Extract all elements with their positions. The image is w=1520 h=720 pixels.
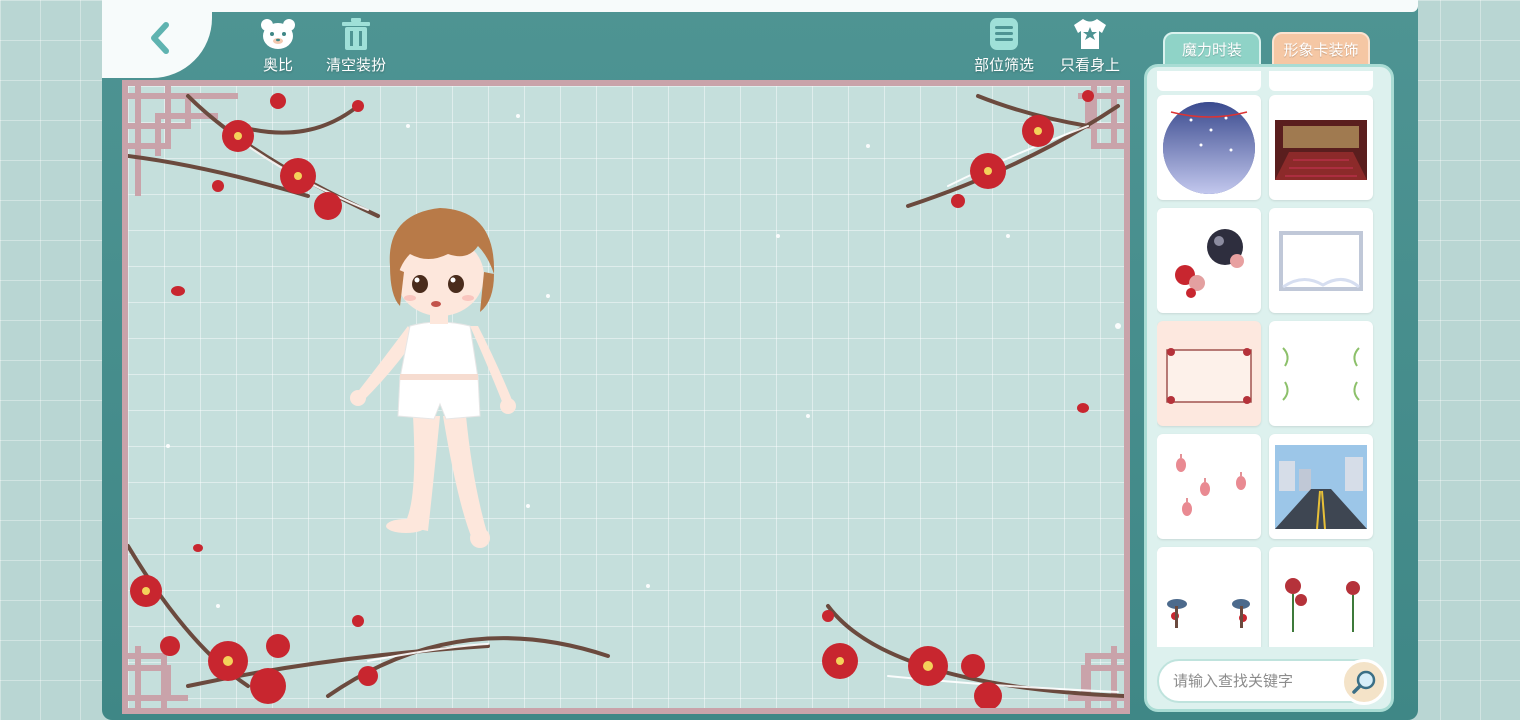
moon-flower-ornament-icon xyxy=(1175,228,1244,298)
shirt-star-icon xyxy=(1070,16,1110,52)
obi-label: 奥比 xyxy=(262,56,293,74)
tab-card-decoration[interactable]: 形象卡装饰 xyxy=(1272,32,1370,66)
item-card[interactable] xyxy=(1269,321,1373,426)
tab-magic-fashion-label: 魔力时装 xyxy=(1181,40,1242,59)
mushroom-ornaments-icon xyxy=(1167,598,1250,628)
search-box xyxy=(1157,659,1387,705)
lattice-corner-bottom-left xyxy=(128,646,188,708)
part-filter-label: 部位筛选 xyxy=(974,56,1035,74)
stage-hall-background-icon xyxy=(1275,119,1367,180)
bear-face-icon xyxy=(258,16,298,52)
obi-button[interactable]: 奥比 xyxy=(258,16,298,75)
top-strip xyxy=(102,0,1418,12)
item-card[interactable] xyxy=(1157,208,1261,313)
item-panel xyxy=(1144,64,1394,712)
search-icon xyxy=(1352,670,1376,694)
plum-blossom-frame-icon xyxy=(1166,347,1252,404)
tab-magic-fashion[interactable]: 魔力时装 xyxy=(1163,32,1261,66)
part-filter-button[interactable]: 部位筛选 xyxy=(974,16,1034,75)
search-input[interactable] xyxy=(1159,672,1339,690)
item-card[interactable] xyxy=(1269,95,1373,200)
red-lantern-ornaments-icon xyxy=(1176,453,1246,516)
green-vine-frame-icon xyxy=(1281,345,1361,402)
back-button[interactable] xyxy=(140,18,180,58)
character-avatar xyxy=(350,208,516,548)
partial-row-top xyxy=(1157,71,1381,91)
clear-outfit-button[interactable]: 清空装扮 xyxy=(326,16,386,75)
lattice-corner-top-left xyxy=(128,86,238,196)
rose-ornaments-icon xyxy=(1285,577,1360,632)
wearing-only-button[interactable]: 只看身上 xyxy=(1060,16,1120,75)
clear-outfit-label: 清空装扮 xyxy=(326,56,387,74)
item-card[interactable] xyxy=(1157,434,1261,539)
plum-blossoms xyxy=(130,90,1094,708)
wearing-only-label: 只看身上 xyxy=(1060,56,1121,74)
stage-decoration xyxy=(128,86,1124,708)
snowy-night-circle-background-icon xyxy=(1163,101,1255,194)
trash-icon xyxy=(336,16,376,52)
frosted-frame-icon xyxy=(1279,230,1363,291)
filter-list-icon xyxy=(984,16,1024,52)
chevron-left-icon xyxy=(151,22,169,54)
item-card[interactable] xyxy=(1157,547,1261,647)
item-card[interactable] xyxy=(1157,321,1261,426)
tab-card-decoration-label: 形象卡装饰 xyxy=(1283,40,1359,59)
city-street-background-icon xyxy=(1275,444,1367,529)
item-card[interactable] xyxy=(1269,547,1373,647)
item-card[interactable] xyxy=(1157,95,1261,200)
item-grid[interactable] xyxy=(1157,95,1381,647)
item-card[interactable] xyxy=(1269,208,1373,313)
dressing-stage[interactable] xyxy=(122,80,1130,714)
item-card[interactable] xyxy=(1269,434,1373,539)
lattice-corner-bottom-right xyxy=(1068,646,1124,708)
search-button[interactable] xyxy=(1341,659,1387,705)
